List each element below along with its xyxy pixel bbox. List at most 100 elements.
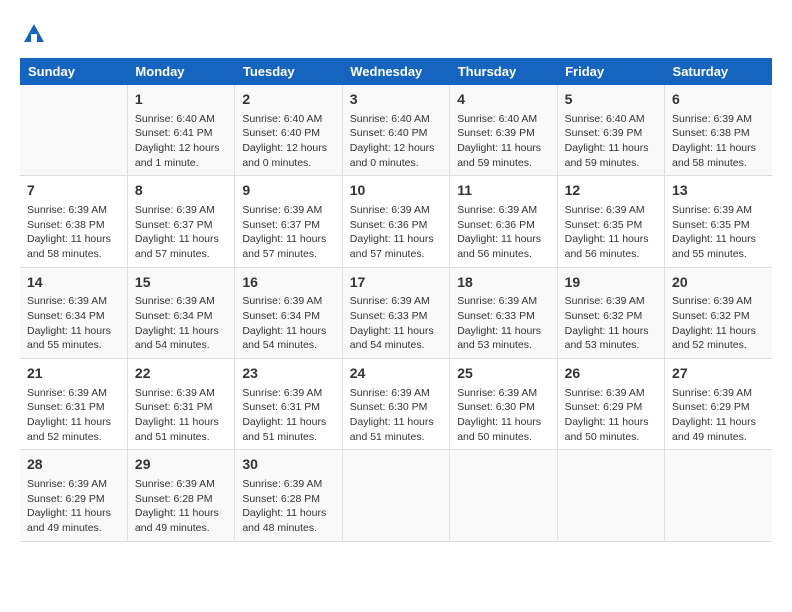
header-cell-wednesday: Wednesday [342, 58, 449, 85]
day-cell [557, 450, 664, 541]
day-cell: 13Sunrise: 6:39 AM Sunset: 6:35 PM Dayli… [665, 176, 772, 267]
day-cell: 18Sunrise: 6:39 AM Sunset: 6:33 PM Dayli… [450, 267, 557, 358]
header-cell-monday: Monday [127, 58, 234, 85]
day-info: Sunrise: 6:39 AM Sunset: 6:28 PM Dayligh… [135, 477, 227, 536]
day-number: 12 [565, 181, 657, 201]
day-number: 11 [457, 181, 549, 201]
header-cell-friday: Friday [557, 58, 664, 85]
day-cell: 27Sunrise: 6:39 AM Sunset: 6:29 PM Dayli… [665, 359, 772, 450]
day-number: 29 [135, 455, 227, 475]
day-number: 16 [242, 273, 334, 293]
day-number: 20 [672, 273, 765, 293]
logo-icon [20, 20, 48, 48]
day-cell [450, 450, 557, 541]
day-cell: 24Sunrise: 6:39 AM Sunset: 6:30 PM Dayli… [342, 359, 449, 450]
day-number: 21 [27, 364, 120, 384]
day-cell: 16Sunrise: 6:39 AM Sunset: 6:34 PM Dayli… [235, 267, 342, 358]
day-cell: 17Sunrise: 6:39 AM Sunset: 6:33 PM Dayli… [342, 267, 449, 358]
day-number: 26 [565, 364, 657, 384]
day-cell: 7Sunrise: 6:39 AM Sunset: 6:38 PM Daylig… [20, 176, 127, 267]
day-info: Sunrise: 6:39 AM Sunset: 6:31 PM Dayligh… [27, 386, 120, 445]
day-cell: 5Sunrise: 6:40 AM Sunset: 6:39 PM Daylig… [557, 85, 664, 176]
day-info: Sunrise: 6:39 AM Sunset: 6:36 PM Dayligh… [350, 203, 442, 262]
day-info: Sunrise: 6:39 AM Sunset: 6:33 PM Dayligh… [457, 294, 549, 353]
day-cell: 14Sunrise: 6:39 AM Sunset: 6:34 PM Dayli… [20, 267, 127, 358]
day-info: Sunrise: 6:39 AM Sunset: 6:35 PM Dayligh… [565, 203, 657, 262]
day-cell: 10Sunrise: 6:39 AM Sunset: 6:36 PM Dayli… [342, 176, 449, 267]
day-cell: 15Sunrise: 6:39 AM Sunset: 6:34 PM Dayli… [127, 267, 234, 358]
day-info: Sunrise: 6:39 AM Sunset: 6:28 PM Dayligh… [242, 477, 334, 536]
day-cell: 30Sunrise: 6:39 AM Sunset: 6:28 PM Dayli… [235, 450, 342, 541]
week-row-5: 28Sunrise: 6:39 AM Sunset: 6:29 PM Dayli… [20, 450, 772, 541]
day-info: Sunrise: 6:39 AM Sunset: 6:29 PM Dayligh… [672, 386, 765, 445]
day-number: 14 [27, 273, 120, 293]
day-cell: 9Sunrise: 6:39 AM Sunset: 6:37 PM Daylig… [235, 176, 342, 267]
day-info: Sunrise: 6:39 AM Sunset: 6:32 PM Dayligh… [565, 294, 657, 353]
day-info: Sunrise: 6:39 AM Sunset: 6:32 PM Dayligh… [672, 294, 765, 353]
day-cell: 1Sunrise: 6:40 AM Sunset: 6:41 PM Daylig… [127, 85, 234, 176]
header-cell-saturday: Saturday [665, 58, 772, 85]
day-cell: 29Sunrise: 6:39 AM Sunset: 6:28 PM Dayli… [127, 450, 234, 541]
day-number: 19 [565, 273, 657, 293]
day-info: Sunrise: 6:39 AM Sunset: 6:37 PM Dayligh… [242, 203, 334, 262]
logo [20, 20, 52, 48]
day-number: 25 [457, 364, 549, 384]
day-info: Sunrise: 6:40 AM Sunset: 6:41 PM Dayligh… [135, 112, 227, 171]
day-info: Sunrise: 6:39 AM Sunset: 6:31 PM Dayligh… [135, 386, 227, 445]
header-cell-sunday: Sunday [20, 58, 127, 85]
day-number: 24 [350, 364, 442, 384]
day-number: 5 [565, 90, 657, 110]
day-info: Sunrise: 6:39 AM Sunset: 6:30 PM Dayligh… [350, 386, 442, 445]
day-cell: 12Sunrise: 6:39 AM Sunset: 6:35 PM Dayli… [557, 176, 664, 267]
day-cell: 3Sunrise: 6:40 AM Sunset: 6:40 PM Daylig… [342, 85, 449, 176]
day-info: Sunrise: 6:39 AM Sunset: 6:37 PM Dayligh… [135, 203, 227, 262]
day-info: Sunrise: 6:39 AM Sunset: 6:35 PM Dayligh… [672, 203, 765, 262]
day-info: Sunrise: 6:39 AM Sunset: 6:31 PM Dayligh… [242, 386, 334, 445]
day-cell: 20Sunrise: 6:39 AM Sunset: 6:32 PM Dayli… [665, 267, 772, 358]
calendar-table: SundayMondayTuesdayWednesdayThursdayFrid… [20, 58, 772, 542]
day-number: 1 [135, 90, 227, 110]
day-info: Sunrise: 6:39 AM Sunset: 6:34 PM Dayligh… [135, 294, 227, 353]
header-cell-thursday: Thursday [450, 58, 557, 85]
day-info: Sunrise: 6:40 AM Sunset: 6:39 PM Dayligh… [565, 112, 657, 171]
calendar-body: 1Sunrise: 6:40 AM Sunset: 6:41 PM Daylig… [20, 85, 772, 541]
day-info: Sunrise: 6:40 AM Sunset: 6:40 PM Dayligh… [350, 112, 442, 171]
day-cell: 28Sunrise: 6:39 AM Sunset: 6:29 PM Dayli… [20, 450, 127, 541]
day-number: 6 [672, 90, 765, 110]
page-header [20, 20, 772, 48]
day-number: 9 [242, 181, 334, 201]
week-row-1: 1Sunrise: 6:40 AM Sunset: 6:41 PM Daylig… [20, 85, 772, 176]
day-number: 13 [672, 181, 765, 201]
day-cell: 26Sunrise: 6:39 AM Sunset: 6:29 PM Dayli… [557, 359, 664, 450]
day-cell: 21Sunrise: 6:39 AM Sunset: 6:31 PM Dayli… [20, 359, 127, 450]
day-number: 7 [27, 181, 120, 201]
week-row-2: 7Sunrise: 6:39 AM Sunset: 6:38 PM Daylig… [20, 176, 772, 267]
day-info: Sunrise: 6:39 AM Sunset: 6:29 PM Dayligh… [565, 386, 657, 445]
day-cell: 11Sunrise: 6:39 AM Sunset: 6:36 PM Dayli… [450, 176, 557, 267]
day-cell: 25Sunrise: 6:39 AM Sunset: 6:30 PM Dayli… [450, 359, 557, 450]
day-number: 18 [457, 273, 549, 293]
day-cell [665, 450, 772, 541]
day-info: Sunrise: 6:39 AM Sunset: 6:29 PM Dayligh… [27, 477, 120, 536]
day-number: 8 [135, 181, 227, 201]
day-info: Sunrise: 6:39 AM Sunset: 6:38 PM Dayligh… [672, 112, 765, 171]
day-cell [342, 450, 449, 541]
day-cell: 22Sunrise: 6:39 AM Sunset: 6:31 PM Dayli… [127, 359, 234, 450]
day-info: Sunrise: 6:39 AM Sunset: 6:34 PM Dayligh… [27, 294, 120, 353]
day-cell: 2Sunrise: 6:40 AM Sunset: 6:40 PM Daylig… [235, 85, 342, 176]
day-number: 10 [350, 181, 442, 201]
day-number: 28 [27, 455, 120, 475]
day-cell: 6Sunrise: 6:39 AM Sunset: 6:38 PM Daylig… [665, 85, 772, 176]
day-number: 17 [350, 273, 442, 293]
day-number: 30 [242, 455, 334, 475]
calendar-header: SundayMondayTuesdayWednesdayThursdayFrid… [20, 58, 772, 85]
header-row: SundayMondayTuesdayWednesdayThursdayFrid… [20, 58, 772, 85]
day-cell: 4Sunrise: 6:40 AM Sunset: 6:39 PM Daylig… [450, 85, 557, 176]
day-cell: 8Sunrise: 6:39 AM Sunset: 6:37 PM Daylig… [127, 176, 234, 267]
day-number: 15 [135, 273, 227, 293]
day-cell: 23Sunrise: 6:39 AM Sunset: 6:31 PM Dayli… [235, 359, 342, 450]
day-number: 27 [672, 364, 765, 384]
day-cell: 19Sunrise: 6:39 AM Sunset: 6:32 PM Dayli… [557, 267, 664, 358]
day-info: Sunrise: 6:39 AM Sunset: 6:30 PM Dayligh… [457, 386, 549, 445]
header-cell-tuesday: Tuesday [235, 58, 342, 85]
